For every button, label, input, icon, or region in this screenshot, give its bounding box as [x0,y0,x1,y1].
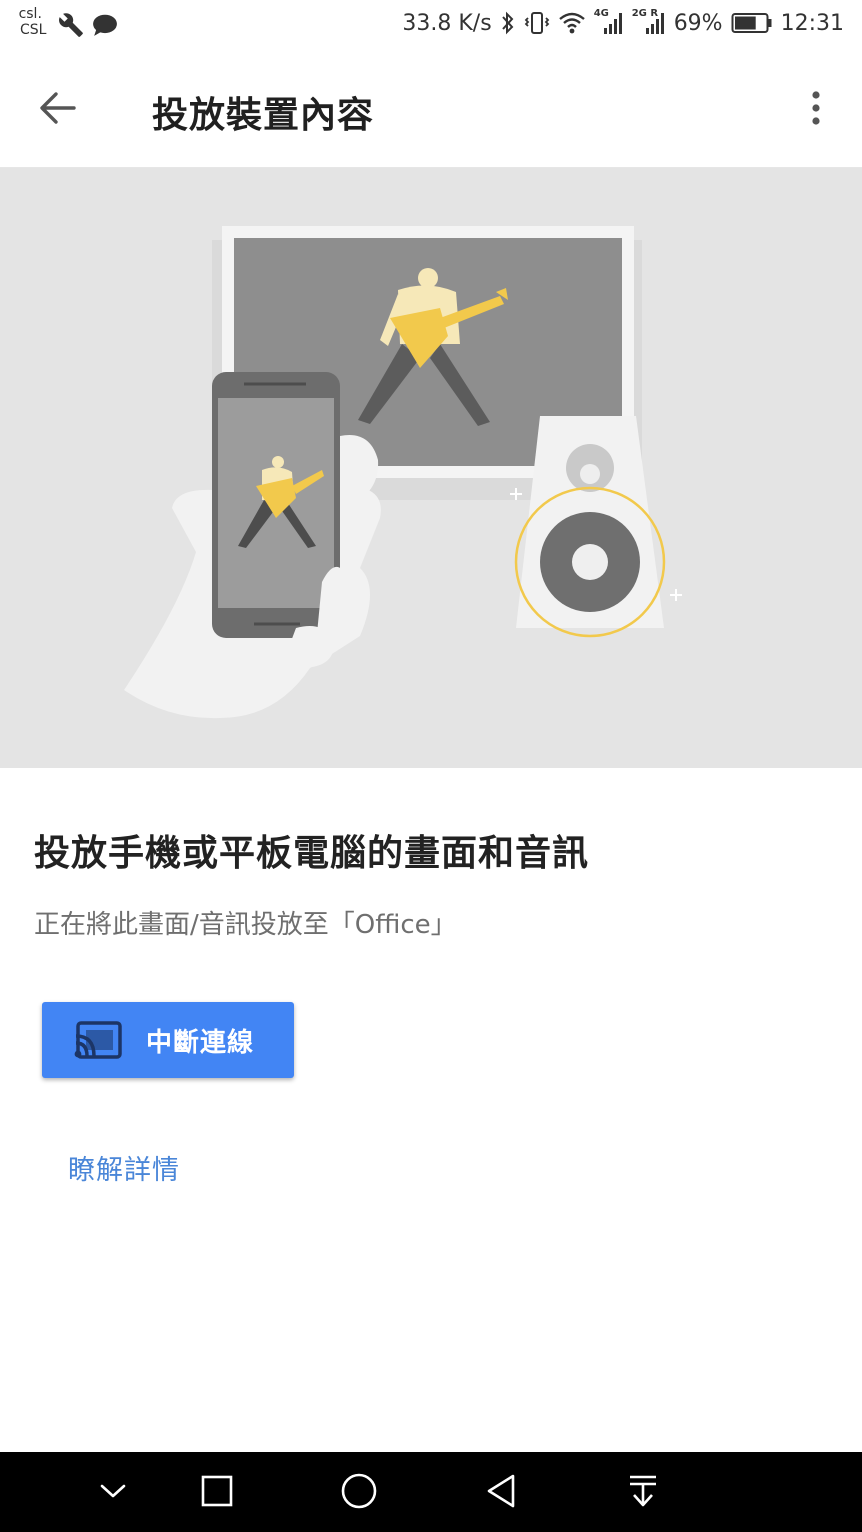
circle-home-icon [340,1472,378,1514]
bluetooth-icon [500,10,516,36]
arrow-back-icon [38,90,78,130]
page-title: 投放裝置內容 [152,95,375,136]
learn-more-link[interactable]: 瞭解詳情 [68,1148,180,1187]
cast-heading: 投放手機或平板電腦的畫面和音訊 [34,833,590,874]
net-speed: 33.8 K/s [402,10,492,36]
nav-back-button[interactable] [476,1470,526,1516]
chat-bubble-icon [92,13,118,41]
status-indicators: 33.8 K/s 4G 2G R 69% 12:31 [402,8,844,36]
carrier-line-1: csl. [18,6,42,22]
nav-notification-button[interactable] [618,1470,668,1516]
status-bar: csl. CSL 33.8 K/s 4G 2G R 69% 12:31 [0,0,862,52]
signal-4g-icon: 4G [593,8,624,36]
disconnect-button-label: 中斷連線 [146,1027,255,1058]
wrench-icon [58,12,84,42]
disconnect-button[interactable]: 中斷連線 [42,1002,294,1078]
signal-tag-2g: 2G R [631,8,659,19]
cast-status-text: 正在將此畫面/音訊投放至「Office」 [34,910,457,940]
nav-home-button[interactable] [334,1470,384,1516]
triangle-back-icon [484,1473,518,1513]
wifi-icon [558,11,586,35]
carrier-line-2: CSL [20,22,47,38]
battery-percent: 69% [673,10,723,36]
clock: 12:31 [780,10,844,36]
battery-icon [731,11,773,35]
notification-icons [58,12,118,42]
cast-illustration [124,226,682,719]
more-vert-icon [810,90,822,130]
system-nav-bar [0,1452,862,1532]
signal-tag-4g: 4G [593,8,609,19]
nav-hide-button[interactable] [88,1470,138,1516]
pull-down-icon [627,1473,659,1513]
carrier-label: csl. CSL [14,6,47,38]
chevron-down-icon [98,1481,128,1505]
more-options-button[interactable] [794,82,838,138]
hero-banner [0,168,862,768]
nav-recents-button[interactable] [192,1470,242,1516]
signal-2g-icon: 2G R [631,8,666,36]
square-recents-icon [200,1474,234,1512]
vibrate-icon [524,10,550,36]
cast-connected-icon [74,1020,124,1060]
back-button[interactable] [28,82,88,138]
app-bar: 投放裝置內容 [0,52,862,168]
